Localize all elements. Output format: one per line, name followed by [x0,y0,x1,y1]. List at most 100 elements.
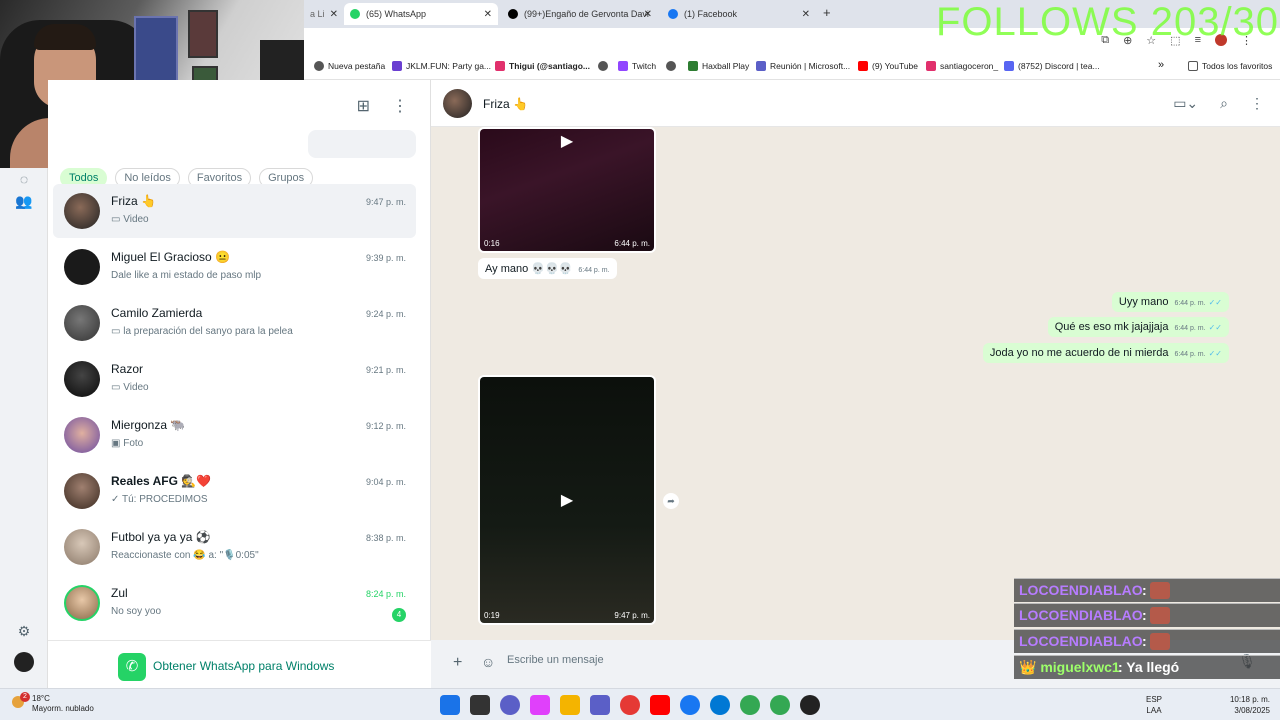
avatar [64,585,100,621]
chat-time: 8:38 p. m. [365,533,406,543]
stream-chat-line: LOCOENDIABLAO : [1014,629,1280,653]
search-icon[interactable]: ⌕ [1220,95,1228,112]
bookmark-item[interactable]: Twitch [618,61,656,71]
bookmark-item[interactable]: (9) YouTube [858,61,918,71]
bookmarks-more[interactable]: » [1158,59,1164,71]
tab-label: (65) WhatsApp [366,9,427,19]
edge-icon[interactable] [710,695,730,715]
play-icon[interactable]: ▶ [561,490,573,510]
language-indicator[interactable]: ESP LAA [1146,694,1162,716]
emoji-icon[interactable]: ☺ [481,654,495,670]
bookmark-item[interactable]: santiagoceron_ [926,61,998,71]
chat-item[interactable]: Razor ▭ Video 9:21 p. m. [53,352,416,406]
new-chat-icon[interactable]: ⊞ [357,96,370,116]
bookmark-item[interactable] [666,61,680,71]
chat-time: 9:39 p. m. [365,253,406,263]
chrome-profile-icon[interactable] [770,695,790,715]
chat-item[interactable]: Miguel El Gracioso 😐 Dale like a mi esta… [53,240,416,294]
chat-preview: ✓ Tú: PROCEDIMOS [111,494,208,505]
chat-item[interactable]: Reales AFG 🕵️❤️ ✓ Tú: PROCEDIMOS 9:04 p.… [53,464,416,518]
chat-item[interactable]: Camilo Zamierda ▭ la preparación del san… [53,296,416,350]
kebab-icon[interactable]: ⋮ [1250,95,1264,112]
play-icon[interactable]: ▶ [561,131,573,151]
facebook-icon[interactable] [680,695,700,715]
tab-facebook[interactable]: (1) Facebook ✕ [662,3,816,25]
chat-item[interactable]: Miergonza 🐃 ▣ Foto 9:12 p. m. [53,408,416,462]
get-whatsapp-windows[interactable]: ✆ Obtener WhatsApp para Windows [48,640,431,688]
tab-partial[interactable]: a Li ✕ [304,3,344,25]
close-icon[interactable]: ✕ [644,9,652,20]
forward-icon[interactable]: ➦ [663,493,679,509]
haxball-icon [688,61,698,71]
bookmark-label: Reunión | Microsoft... [770,61,851,71]
clock-date: 3/08/2025 [1234,706,1270,715]
close-icon[interactable]: ✕ [330,9,338,20]
copilot-icon[interactable] [530,695,550,715]
bookmark-item[interactable] [598,61,612,71]
video-call-icon[interactable]: ▭⌄ [1173,95,1198,112]
task-view-icon[interactable] [470,695,490,715]
chat-preview: ▭ Video [111,382,149,393]
chat-item[interactable]: Futbol ya ya ya ⚽ Reaccionaste con 😂 a: … [53,520,416,574]
weather-widget[interactable]: 18°C Mayorm. nublado [32,694,94,714]
chrome-icon[interactable] [740,695,760,715]
bookmark-item[interactable]: Thigui (@santiago... [495,61,590,71]
avatar[interactable] [443,89,472,118]
chat-preview: No soy yoo [111,606,162,617]
avatar [64,361,100,397]
profile-avatar[interactable] [14,652,34,672]
chat-item[interactable]: Friza 👆 ▭ Video 9:47 p. m. [53,184,416,238]
close-icon[interactable]: ✕ [484,9,492,20]
file-explorer-icon[interactable] [560,695,580,715]
globe-icon [598,61,608,71]
bookmark-item[interactable]: Reunión | Microsoft... [756,61,850,71]
status-icon[interactable]: ◌ [13,168,35,190]
outgoing-message: Qué es eso mk jajajjaja 6:44 p. m. ✓✓ [1047,317,1229,337]
gear-icon[interactable]: ⚙ [13,620,35,642]
chat-name: Futbol ya ya ya ⚽ [111,530,211,544]
bookmark-item[interactable]: (8752) Discord | tea... [1004,61,1100,71]
youtube-icon[interactable] [650,695,670,715]
system-clock[interactable]: 10:18 p. m. 3/08/2025 [1230,694,1270,716]
video-message[interactable]: ▶ 0:16 6:44 p. m. [478,127,656,253]
tab-whatsapp[interactable]: (65) WhatsApp ✕ [344,3,498,25]
whatsapp-rail: ◌ 👥 ⚙ [0,168,48,688]
video-thumbnail: ▶ 0:16 6:44 p. m. [480,129,654,251]
start-icon[interactable] [440,695,460,715]
chat-time: 9:21 p. m. [365,365,406,375]
chat-name: Reales AFG 🕵️❤️ [111,474,212,488]
bookmark-item[interactable]: Nueva pestaña [314,61,385,71]
bookmark-item[interactable]: Haxball Play [688,61,749,71]
bookmark-label: (9) YouTube [872,61,918,71]
video-duration: 0:19 [484,611,500,620]
stream-chat-line: 👑 miguelxwc1 : Ya llegó [1014,655,1280,679]
chat-app-icon[interactable] [500,695,520,715]
tab-tiktok[interactable]: (99+)Engaño de Gervonta Davi ✕ [502,3,658,25]
stream-chat-user: LOCOENDIABLAO [1019,582,1143,598]
kebab-icon[interactable]: ⋮ [392,96,408,116]
weather-desc: Mayorm. nublado [32,704,94,713]
plus-icon[interactable]: + [823,5,831,20]
opera-icon[interactable] [620,695,640,715]
bookmark-label: Thigui (@santiago... [509,61,591,71]
all-favorites-label: Todos los favoritos [1202,61,1273,71]
bookmark-label: Twitch [632,61,657,71]
bookmark-item[interactable]: JKLM.FUN: Party ga... [392,61,491,71]
chat-item[interactable]: Zul No soy yoo 8:24 p. m. 4 [53,576,416,630]
teams-icon[interactable] [590,695,610,715]
conversation-header[interactable]: Friza 👆 ▭⌄ ⌕ ⋮ [431,80,1280,127]
all-favorites[interactable]: Todos los favoritos [1188,61,1272,71]
communities-icon[interactable]: 👥 [13,190,35,212]
close-icon[interactable]: ✕ [802,9,810,20]
emote-icon [1150,607,1170,624]
whatsapp-icon [350,9,360,19]
plus-icon[interactable]: + [453,654,462,672]
double-check-icon: ✓✓ [1208,298,1222,307]
contact-name: Friza 👆 [483,97,528,111]
obs-icon[interactable] [800,695,820,715]
video-message[interactable]: ▶ 0:19 9:47 p. m. [478,375,656,625]
search-input[interactable] [308,130,416,158]
double-check-icon: ✓✓ [1208,349,1222,358]
weather-temp: 18°C [32,694,50,703]
message-input[interactable]: Escribe un mensaje [507,654,604,666]
